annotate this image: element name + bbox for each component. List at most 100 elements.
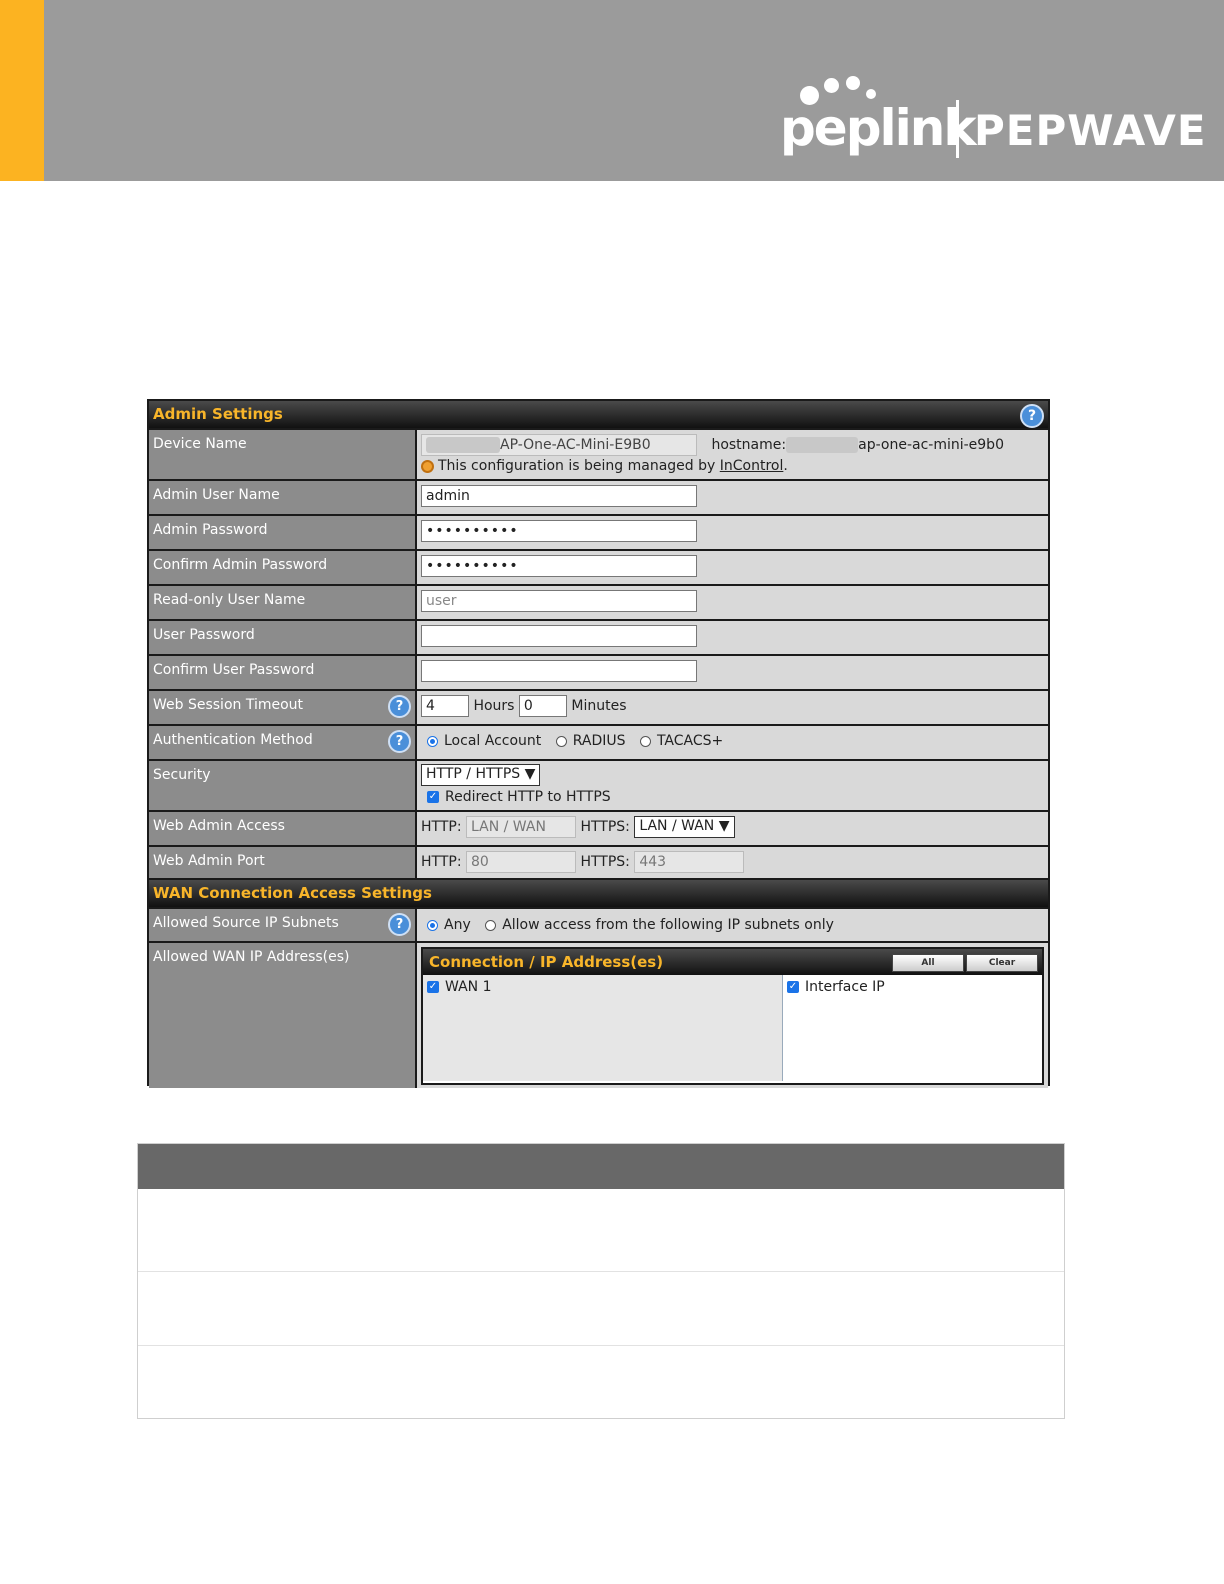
user-password-input[interactable] bbox=[421, 625, 697, 647]
managed-note-end: . bbox=[783, 458, 788, 474]
radius-radio[interactable] bbox=[555, 735, 567, 747]
https-port-input[interactable]: 443 bbox=[634, 851, 745, 873]
confirm-admin-password-input[interactable]: •••••••••• bbox=[421, 555, 697, 577]
security-row: Security HTTP / HTTPS ▼ ✓ Redirect HTTP t… bbox=[149, 759, 1048, 810]
chevron-down-icon: ▼ bbox=[524, 766, 536, 782]
row-value: HTTP: LAN / WAN HTTPS: LAN / WAN ▼ bbox=[417, 812, 1048, 845]
address-cell: ✓ Interface IP bbox=[783, 975, 1042, 1081]
connection-table-header: Connection / IP Address(es) All Clear bbox=[423, 949, 1042, 975]
row-value: Any Allow access from the following IP s… bbox=[417, 909, 1048, 941]
clear-button[interactable]: Clear bbox=[966, 954, 1038, 972]
http-label: HTTP: bbox=[421, 819, 462, 835]
row-value: user bbox=[417, 586, 1048, 619]
wan1-checkbox[interactable]: ✓ bbox=[427, 981, 439, 993]
row-label: Device Name bbox=[149, 430, 417, 479]
device-name-field[interactable]: AP-One-AC-Mini-E9B0 bbox=[421, 434, 697, 456]
redirect-https-checkbox[interactable]: ✓ bbox=[427, 791, 439, 803]
gear-icon bbox=[421, 459, 434, 473]
hostname-value: ap-one-ac-mini-e9b0 bbox=[858, 437, 1004, 453]
chevron-down-icon: ▼ bbox=[718, 818, 730, 834]
admin-user-name-input[interactable]: admin bbox=[421, 485, 697, 507]
web-admin-port-row: Web Admin Port HTTP: 80 HTTPS: 443 bbox=[149, 845, 1048, 879]
table-header bbox=[138, 1144, 1064, 1189]
auth-method-row: Authentication Method? Local Account RAD… bbox=[149, 724, 1048, 759]
interface-ip-checkbox[interactable]: ✓ bbox=[787, 981, 799, 993]
interface-ip-label: Interface IP bbox=[805, 979, 885, 995]
radio-label: Local Account bbox=[444, 733, 542, 749]
table-row bbox=[138, 1271, 1064, 1345]
radio-label: RADIUS bbox=[572, 733, 626, 749]
row-label-cell: Authentication Method? bbox=[149, 726, 417, 759]
http-port-input[interactable]: 80 bbox=[466, 851, 576, 873]
description-table bbox=[137, 1143, 1065, 1419]
confirm-user-password-input[interactable] bbox=[421, 660, 697, 682]
allowed-wan-row: Allowed WAN IP Address(es) Connection / … bbox=[149, 941, 1048, 1088]
managed-note: This configuration is being managed by bbox=[438, 458, 716, 474]
row-value: HTTP / HTTPS ▼ ✓ Redirect HTTP to HTTPS bbox=[417, 761, 1048, 810]
hostname-redacted bbox=[786, 437, 859, 453]
table-title: Connection / IP Address(es) bbox=[429, 953, 664, 971]
radio-label: TACACS+ bbox=[656, 733, 724, 749]
panel-title: WAN Connection Access Settings bbox=[153, 884, 432, 902]
confirm-user-password-row: Confirm User Password bbox=[149, 654, 1048, 689]
radio-label: Allow access from the following IP subne… bbox=[502, 917, 834, 933]
readonly-user-name-input[interactable]: user bbox=[421, 590, 697, 612]
admin-settings-header: Admin Settings ? bbox=[149, 401, 1048, 428]
connection-table: Connection / IP Address(es) All Clear ✓ W… bbox=[421, 947, 1044, 1085]
minutes-label: Minutes bbox=[571, 698, 627, 714]
question-icon[interactable]: ? bbox=[388, 730, 411, 753]
accent-stripe bbox=[0, 0, 44, 181]
admin-password-row: Admin Password •••••••••• bbox=[149, 514, 1048, 549]
all-button[interactable]: All bbox=[892, 954, 964, 972]
connection-table-body: ✓ WAN 1 ✓ Interface IP bbox=[423, 975, 1042, 1081]
table-row bbox=[138, 1345, 1064, 1419]
row-value: AP-One-AC-Mini-E9B0 hostname: ap-one-ac-m… bbox=[417, 430, 1048, 479]
panel-title: Admin Settings bbox=[153, 405, 283, 423]
row-value bbox=[417, 621, 1048, 654]
row-value: Connection / IP Address(es) All Clear ✓ W… bbox=[417, 943, 1048, 1088]
timeout-minutes-input[interactable]: 0 bbox=[518, 695, 567, 717]
question-icon[interactable]: ? bbox=[388, 913, 411, 936]
row-value bbox=[417, 656, 1048, 689]
wan-access-header: WAN Connection Access Settings bbox=[149, 880, 1048, 907]
row-value: HTTP: 80 HTTPS: 443 bbox=[417, 847, 1048, 879]
row-label: Confirm Admin Password bbox=[149, 551, 417, 584]
row-label: Allowed Source IP Subnets bbox=[153, 915, 339, 931]
specific-subnets-radio[interactable] bbox=[485, 919, 497, 931]
local-account-radio[interactable] bbox=[427, 735, 438, 747]
pepwave-logo: PEPWAVE bbox=[974, 106, 1207, 155]
row-value: admin bbox=[417, 481, 1048, 514]
https-access-select[interactable]: LAN / WAN ▼ bbox=[634, 816, 735, 838]
row-label-cell: Allowed Source IP Subnets? bbox=[149, 909, 417, 941]
tacacs-radio[interactable] bbox=[639, 735, 651, 747]
hostname-label: hostname: bbox=[711, 437, 787, 453]
radio-label: Any bbox=[444, 917, 471, 933]
security-select[interactable]: HTTP / HTTPS ▼ bbox=[421, 764, 541, 786]
allowed-subnets-row: Allowed Source IP Subnets? Any Allow acc… bbox=[149, 907, 1048, 941]
confirm-admin-password-row: Confirm Admin Password •••••••••• bbox=[149, 549, 1048, 584]
any-subnet-radio[interactable] bbox=[427, 919, 438, 931]
readonly-user-row: Read-only User Name user bbox=[149, 584, 1048, 619]
user-password-row: User Password bbox=[149, 619, 1048, 654]
row-value: Local Account RADIUS TACACS+ bbox=[417, 726, 1048, 759]
row-label: User Password bbox=[149, 621, 417, 654]
device-name-row: Device Name AP-One-AC-Mini-E9B0 hostname… bbox=[149, 428, 1048, 479]
question-icon[interactable]: ? bbox=[1020, 404, 1044, 428]
wan1-label: WAN 1 bbox=[445, 979, 492, 995]
https-label: HTTPS: bbox=[580, 854, 630, 870]
table-row bbox=[138, 1189, 1064, 1271]
row-label: Admin Password bbox=[149, 516, 417, 549]
timeout-hours-input[interactable]: 4 bbox=[421, 695, 469, 717]
admin-password-input[interactable]: •••••••••• bbox=[421, 520, 697, 542]
session-timeout-row: Web Session Timeout? 4 Hours 0 Minutes bbox=[149, 689, 1048, 724]
row-label: Web Admin Port bbox=[149, 847, 417, 879]
question-icon[interactable]: ? bbox=[388, 695, 411, 718]
http-access-select[interactable]: LAN / WAN bbox=[466, 816, 576, 838]
incontrol-link[interactable]: InControl bbox=[720, 458, 784, 474]
hours-label: Hours bbox=[473, 698, 515, 714]
connection-cell: ✓ WAN 1 bbox=[423, 975, 783, 1081]
https-label: HTTPS: bbox=[580, 819, 630, 835]
row-value: •••••••••• bbox=[417, 551, 1048, 584]
row-label: Security bbox=[149, 761, 417, 810]
row-label: Authentication Method bbox=[153, 732, 313, 748]
